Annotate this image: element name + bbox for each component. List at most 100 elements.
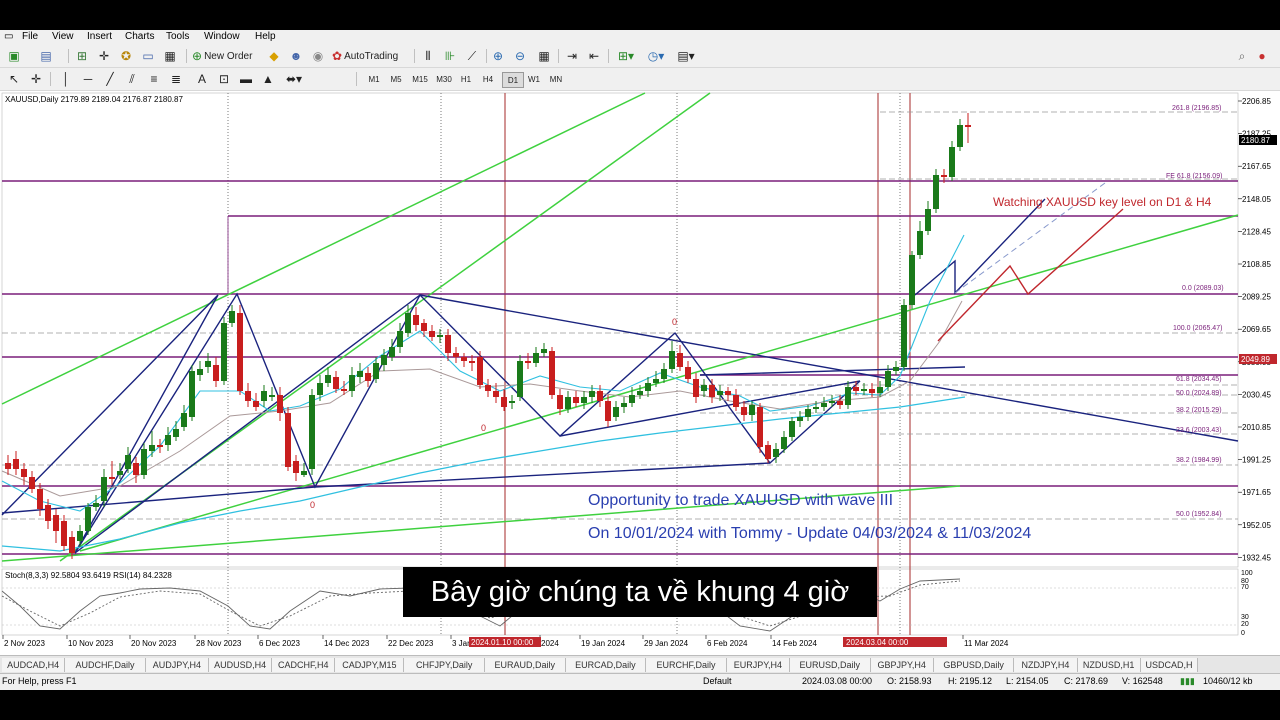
chart-tab[interactable]: USDCAD,H	[1140, 658, 1199, 672]
timeframe-h4[interactable]: H4	[478, 72, 498, 86]
candle-body	[205, 361, 211, 367]
chart-tab[interactable]: EURCHF,Daily	[646, 658, 727, 672]
vertical-line-icon[interactable]: │	[58, 71, 74, 87]
strategy-tester-icon[interactable]: ▦	[162, 48, 178, 64]
chart-tab[interactable]: EURCAD,Daily	[565, 658, 647, 672]
zoom-out-icon[interactable]: ⊖	[512, 48, 528, 64]
menu-help[interactable]: Help	[255, 31, 276, 42]
chart-tab[interactable]: AUDUSD,H4	[209, 658, 273, 672]
signals-icon[interactable]: ☻	[288, 48, 304, 64]
chart-tab[interactable]: AUDCAD,H4	[2, 658, 66, 672]
chart-tab[interactable]: EURAUD,Daily	[485, 658, 566, 672]
channel-icon[interactable]: ⫽	[124, 71, 140, 87]
trendline-icon[interactable]: ╱	[102, 71, 118, 87]
chart-tab[interactable]: GBPUSD,Daily	[933, 658, 1015, 672]
fib-label: 38.2 (2015.29)	[1176, 407, 1222, 414]
drawing-toolbar: ↖ ✛ │ ─ ╱ ⫽ ≡ ≣ A ⊡ ▬ ▲ ⬌▾ M1 M5 M15 M30…	[0, 68, 1280, 91]
market-icon[interactable]: ◉	[310, 48, 326, 64]
rectangle-icon[interactable]: ▬	[238, 71, 254, 87]
timeframe-m30[interactable]: M30	[434, 72, 454, 86]
auto-scroll-icon[interactable]: ⇥	[564, 48, 580, 64]
menu-insert[interactable]: Insert	[87, 31, 112, 42]
candle-body	[405, 313, 411, 333]
profiles-button[interactable]: ▤	[38, 48, 54, 64]
candlestick-icon[interactable]: ⊪	[442, 48, 458, 64]
new-order-button[interactable]: ⊕ New Order	[192, 48, 262, 64]
timeframe-m1[interactable]: M1	[364, 72, 384, 86]
community-icon[interactable]: ●	[1254, 48, 1270, 64]
candle-body	[605, 401, 611, 421]
metaeditor-icon[interactable]: ◆	[266, 48, 282, 64]
bar-chart-icon[interactable]: ⫴	[420, 48, 436, 64]
cursor-icon[interactable]: ↖	[6, 71, 22, 87]
chart-tab[interactable]: CHFJPY,Daily	[404, 658, 485, 672]
new-chart-button[interactable]: ▣	[6, 48, 22, 64]
chart-tabs: AUDCAD,H4 AUDCHF,Daily AUDJPY,H4 AUDUSD,H4 C…	[0, 655, 1280, 674]
candle-body	[733, 395, 739, 407]
menu-view[interactable]: View	[52, 31, 74, 42]
candle-body	[893, 367, 899, 371]
candle-body	[133, 463, 139, 475]
zoom-in-icon[interactable]: ⊕	[490, 48, 506, 64]
menu-window[interactable]: Window	[204, 31, 240, 42]
periods-button[interactable]: ◷▾	[644, 48, 668, 64]
indicator-tick: 20	[1241, 621, 1249, 628]
chart-tab[interactable]: EURUSD,Daily	[790, 658, 871, 672]
candle-body	[349, 375, 355, 391]
tile-windows-icon[interactable]: ▦	[536, 48, 552, 64]
candle-body	[749, 405, 755, 415]
market-watch-icon[interactable]: ⊞	[74, 48, 90, 64]
fib-label: 23.6 (2003.43)	[1176, 427, 1222, 434]
chart-tab[interactable]: NZDUSD,H1	[1077, 658, 1141, 672]
app-icon: ▭	[4, 31, 14, 42]
timeframe-h1[interactable]: H1	[456, 72, 476, 86]
chart-tab[interactable]: AUDCHF,Daily	[65, 658, 146, 672]
timeframe-mn[interactable]: MN	[546, 72, 566, 86]
chart-tab[interactable]: CADJPY,M15	[335, 658, 405, 672]
new-order-icon: ⊕	[192, 49, 203, 63]
candle-body	[237, 313, 243, 391]
status-bar: For Help, press F1 Default 2024.03.08 00…	[0, 673, 1280, 690]
search-icon[interactable]: ⌕	[1234, 48, 1250, 64]
fib-label: FE 61.8 (2156.09)	[1166, 173, 1222, 180]
candle-body	[389, 347, 395, 357]
candle-body	[253, 401, 259, 407]
timeframe-d1[interactable]: D1	[502, 72, 524, 88]
timeframe-m15[interactable]: M15	[410, 72, 430, 86]
triangle-icon[interactable]: ▲	[260, 71, 276, 87]
price-tick: 2030.45	[1242, 390, 1271, 399]
timeframe-w1[interactable]: W1	[524, 72, 544, 86]
label-icon[interactable]: ⊡	[216, 71, 232, 87]
indicators-button[interactable]: ⊞▾	[614, 48, 638, 64]
price-tick: 2148.05	[1242, 195, 1271, 204]
price-tick: 1971.65	[1242, 488, 1271, 497]
autotrading-button[interactable]: ✿ AutoTrading	[332, 48, 410, 64]
candle-body	[365, 373, 371, 381]
navigator-icon[interactable]: ✪	[118, 48, 134, 64]
fib-expansion-icon[interactable]: ≣	[168, 71, 184, 87]
horizontal-line-icon[interactable]: ─	[80, 71, 96, 87]
menu-tools[interactable]: Tools	[166, 31, 189, 42]
templates-button[interactable]: ▤▾	[674, 48, 698, 64]
chart-tab[interactable]: GBPJPY,H4	[870, 658, 934, 672]
timeframe-m5[interactable]: M5	[386, 72, 406, 86]
chart-tab[interactable]: AUDJPY,H4	[145, 658, 209, 672]
crosshair-icon[interactable]: ✛	[28, 71, 44, 87]
chart-tab[interactable]: EURJPY,H4	[726, 658, 790, 672]
annotation-line1: Opportunity to trade XAUUSD with wave II…	[588, 492, 893, 509]
terminal-icon[interactable]: ▭	[140, 48, 156, 64]
data-window-icon[interactable]: ✛	[96, 48, 112, 64]
candle-body	[509, 401, 515, 403]
chart-tab[interactable]: CADCHF,H4	[272, 658, 336, 672]
candle-body	[805, 409, 811, 417]
arrows-button[interactable]: ⬌▾	[282, 71, 306, 87]
wave-label: 0	[481, 423, 486, 433]
line-chart-icon[interactable]: ⟋	[464, 48, 480, 64]
chart-shift-icon[interactable]: ⇤	[586, 48, 602, 64]
text-icon[interactable]: A	[194, 71, 210, 87]
candle-body	[445, 335, 451, 353]
chart-tab[interactable]: NZDJPY,H4	[1014, 658, 1078, 672]
fibonacci-icon[interactable]: ≡	[146, 71, 162, 87]
menu-file[interactable]: File	[22, 31, 38, 42]
menu-charts[interactable]: Charts	[125, 31, 154, 42]
